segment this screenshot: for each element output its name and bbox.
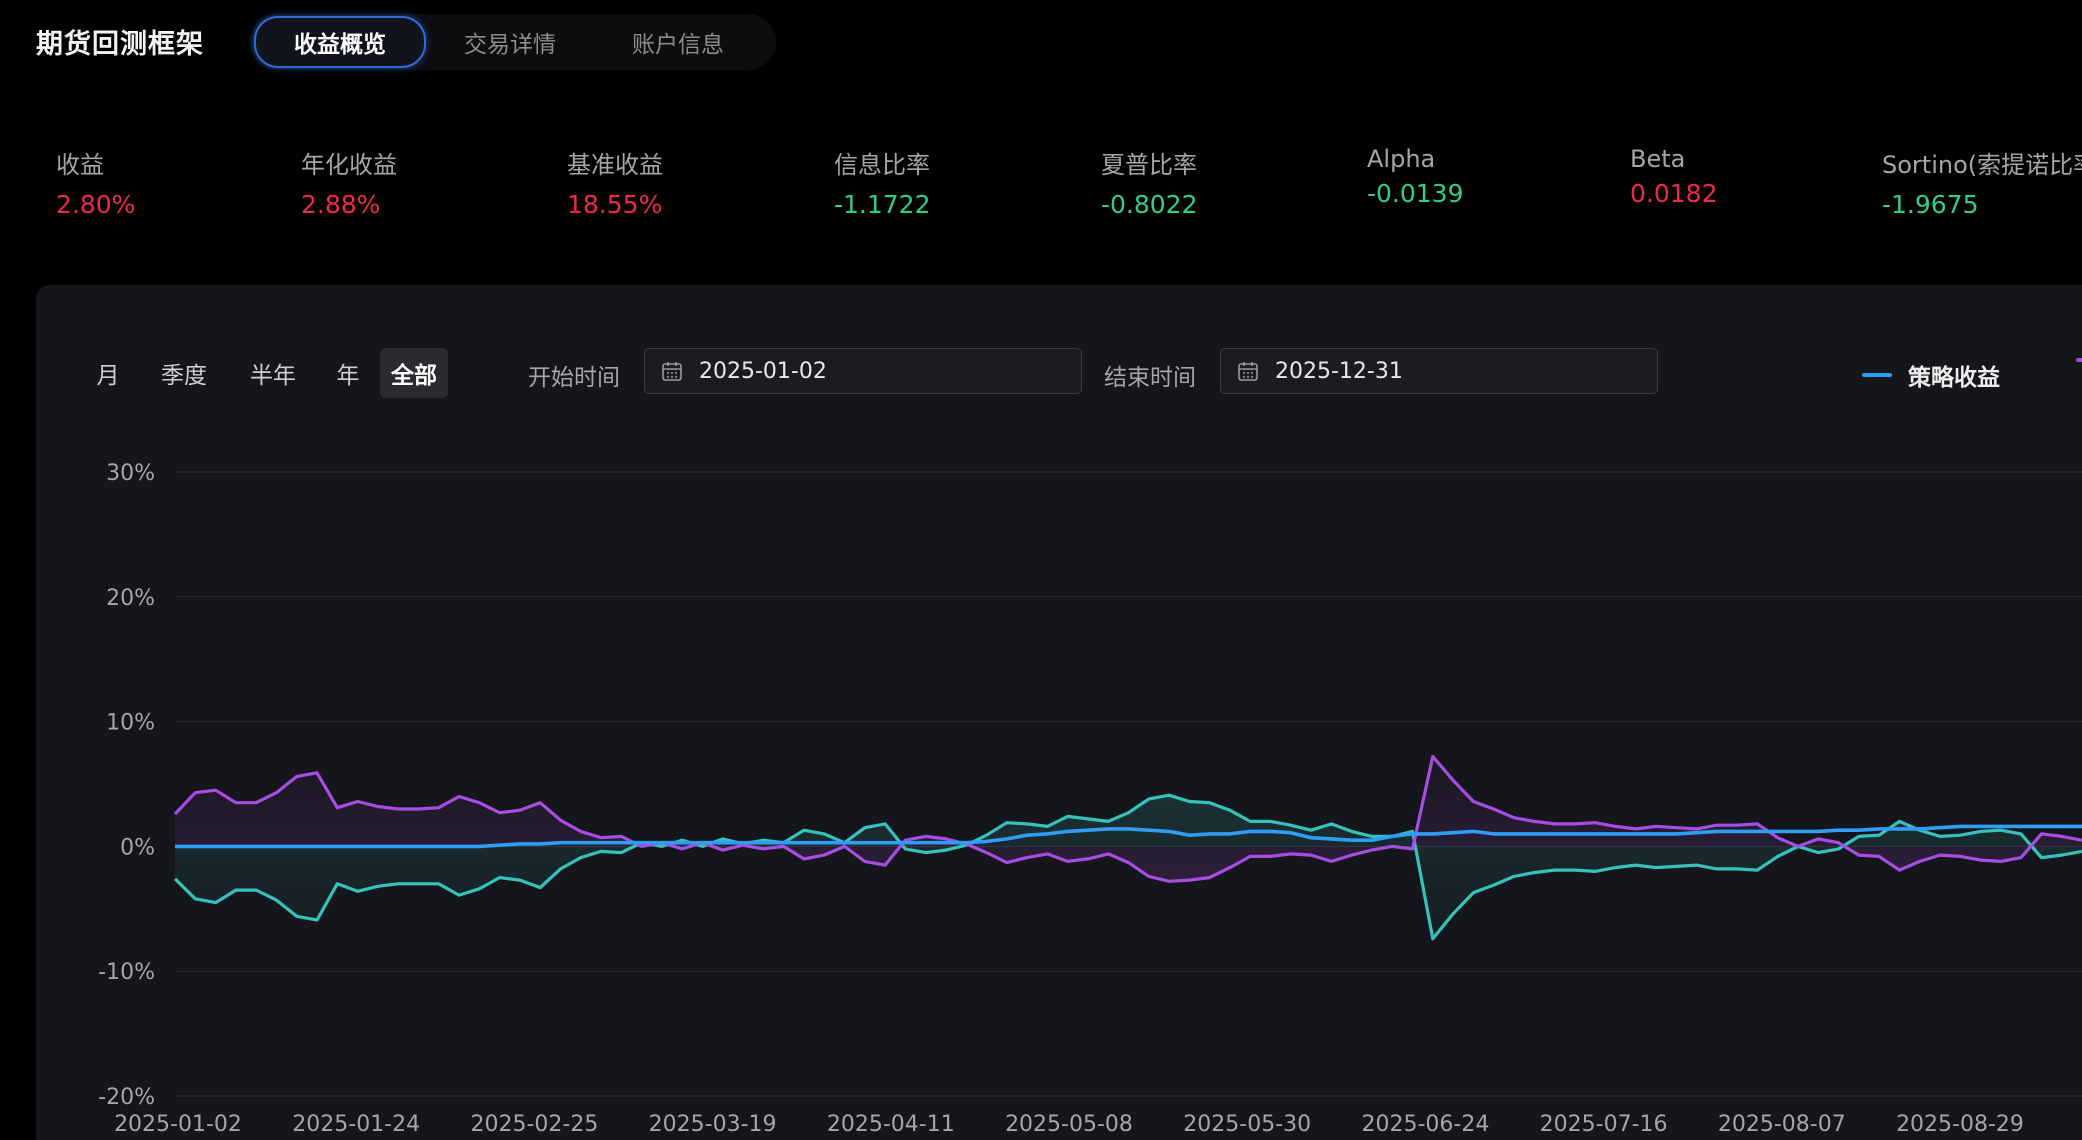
- x-tick-label: 2025-01-24: [292, 1112, 420, 1137]
- x-tick-label: 2025-03-19: [649, 1112, 777, 1137]
- y-tick-label: -20%: [98, 1085, 155, 1110]
- y-tick-label: -10%: [98, 960, 155, 985]
- returns-chart: 30% 20% 10% 0% -10% -20%2025-01-02 2025-01-24 2…: [98, 461, 2082, 1137]
- x-tick-label: 2025-06-24: [1361, 1112, 1489, 1137]
- x-tick-label: 2025-04-11: [827, 1112, 955, 1137]
- x-tick-label: 2025-08-29: [1896, 1112, 2024, 1137]
- y-tick-label: 20%: [106, 586, 155, 611]
- x-tick-label: 2025-05-30: [1183, 1112, 1311, 1137]
- y-tick-label: 30%: [106, 461, 155, 486]
- x-tick-label: 2025-02-25: [470, 1112, 598, 1137]
- app-root: 期货回测框架 收益概览 交易详情 账户信息 收益 2.80% 年化收益 2.88…: [0, 0, 2082, 1140]
- y-tick-label: 0%: [120, 835, 155, 860]
- x-tick-label: 2025-05-08: [1005, 1112, 1133, 1137]
- x-tick-label: 2025-01-02: [114, 1112, 242, 1137]
- y-tick-label: 10%: [106, 711, 155, 736]
- x-tick-label: 2025-08-07: [1718, 1112, 1846, 1137]
- x-tick-label: 2025-07-16: [1540, 1112, 1668, 1137]
